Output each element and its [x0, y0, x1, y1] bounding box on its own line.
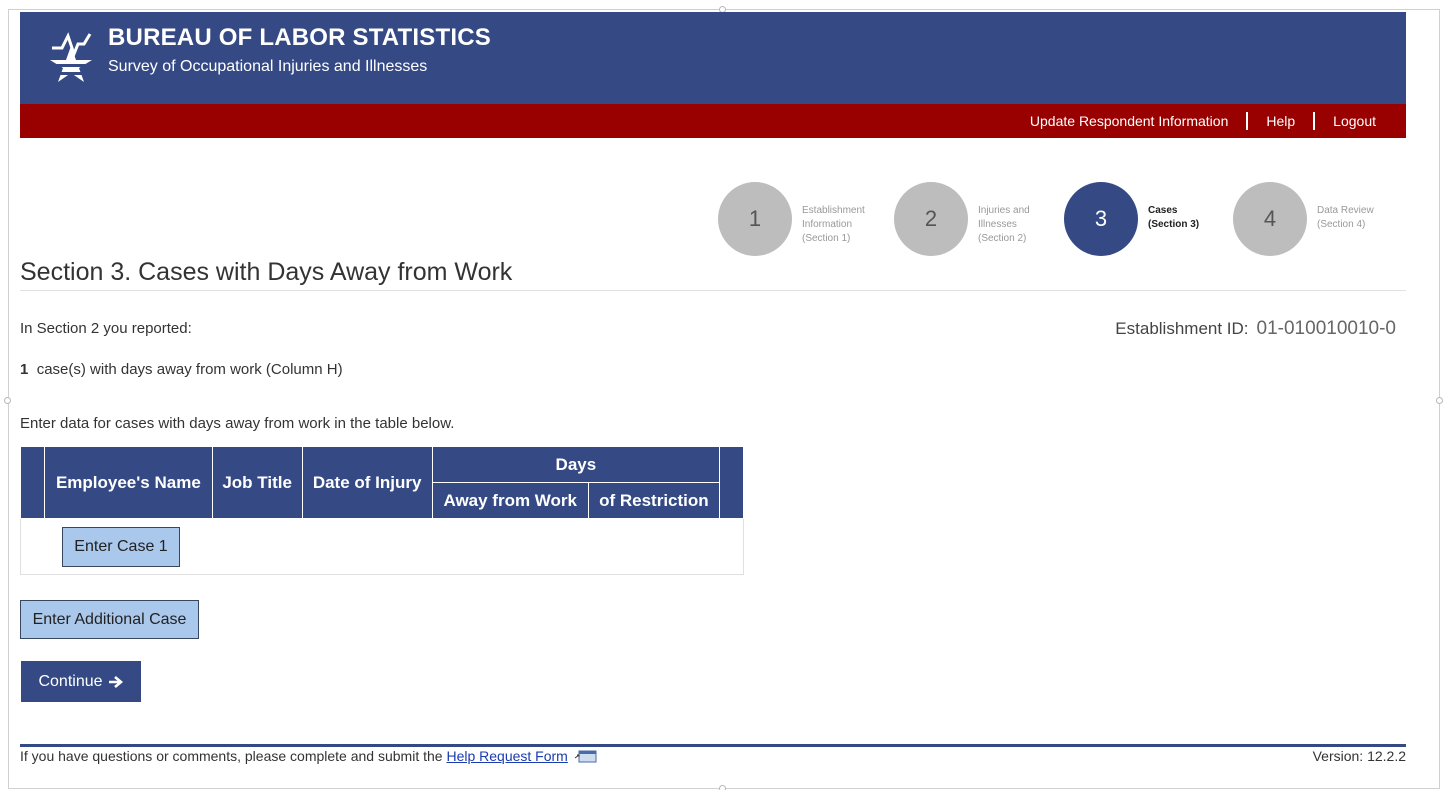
logout-link[interactable]: Logout: [1333, 113, 1376, 129]
help-request-form-link[interactable]: Help Request Form: [446, 748, 567, 764]
step-label: Cases (Section 3): [1148, 205, 1200, 230]
table-header-blank: [719, 446, 744, 519]
nav-separator: [1246, 112, 1249, 130]
step-circle-active: 3: [1064, 182, 1138, 256]
step-label: Establishment Information (Section 1): [802, 205, 865, 244]
continue-label: Continue: [38, 672, 103, 690]
header-days-away: Away from Work: [431, 482, 589, 519]
header-date-of-injury: Date of Injury: [301, 446, 433, 519]
footer-text: If you have questions or comments, pleas…: [20, 748, 598, 764]
resize-handle[interactable]: [1436, 397, 1443, 404]
version-text: Version: 12.2.2: [1312, 748, 1406, 764]
step-circle: 4: [1233, 182, 1307, 256]
step-3: 3 Cases (Section 3): [1064, 182, 1228, 256]
establishment-id-label: Establishment ID:: [1115, 319, 1249, 338]
section-intro: In Section 2 you reported:: [20, 320, 192, 337]
survey-name: Survey of Occupational Injuries and Illn…: [108, 58, 428, 75]
header-days-restriction: of Restriction: [587, 482, 721, 519]
step-circle: 1: [718, 182, 792, 256]
establishment-id: Establishment ID: 01-010010010-0: [1115, 318, 1396, 340]
title-divider: [20, 290, 1406, 291]
step-label: Injuries and Illnesses (Section 2): [978, 205, 1030, 244]
header-days: Days: [431, 446, 721, 483]
agency-name: BUREAU OF LABOR STATISTICS: [108, 24, 491, 51]
resize-handle[interactable]: [4, 397, 11, 404]
enter-case-button[interactable]: Enter Case 1: [62, 527, 180, 567]
top-nav-bar: Update Respondent Information Help Logou…: [20, 104, 1406, 138]
header-job-title: Job Title: [211, 446, 303, 519]
header-banner: BUREAU OF LABOR STATISTICS Survey of Occ…: [20, 12, 1406, 104]
step-2: 2 Injuries and Illnesses (Section 2): [894, 182, 1058, 256]
continue-button[interactable]: Continue: [21, 661, 141, 702]
step-1: 1 Establishment Information (Section 1): [718, 182, 882, 256]
case-count: 1 case(s) with days away from work (Colu…: [20, 361, 343, 378]
resize-handle[interactable]: [719, 785, 726, 790]
step-label: Data Review (Section 4): [1317, 205, 1374, 230]
step-circle: 2: [894, 182, 968, 256]
footer-message: If you have questions or comments, pleas…: [20, 748, 443, 764]
help-link[interactable]: Help: [1266, 113, 1295, 129]
step-4: 4 Data Review (Section 4): [1233, 182, 1397, 256]
establishment-id-value: 01-010010010-0: [1256, 318, 1396, 339]
external-window-icon: [574, 750, 597, 763]
update-respondent-link[interactable]: Update Respondent Information: [1030, 113, 1228, 129]
arrow-right-icon: [108, 675, 123, 688]
table-header-blank: [20, 446, 45, 519]
case-count-text: case(s) with days away from work (Column…: [36, 361, 343, 378]
page-title: Section 3. Cases with Days Away from Wor…: [20, 258, 513, 286]
enter-additional-case-button[interactable]: Enter Additional Case: [20, 600, 199, 639]
case-count-number: 1: [20, 361, 29, 378]
bls-logo-icon: [50, 32, 92, 82]
progress-steps: 1 Establishment Information (Section 1) 2 …: [718, 182, 1398, 260]
header-employee-name: Employee's Name: [44, 446, 213, 519]
nav-separator: [1313, 112, 1316, 130]
instruction-text: Enter data for cases with days away from…: [20, 415, 455, 432]
footer-divider: [20, 744, 1406, 747]
top-links: Update Respondent Information Help Logou…: [1030, 104, 1376, 138]
